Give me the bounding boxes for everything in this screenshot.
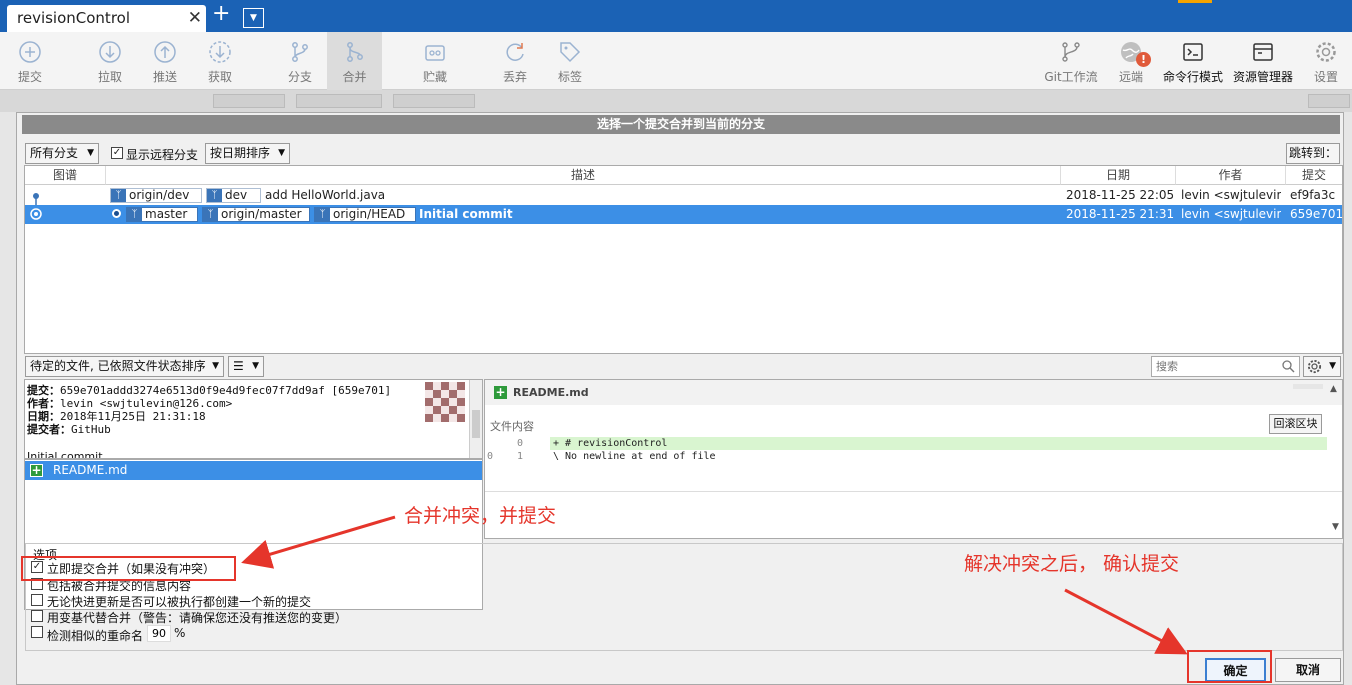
annotation-merge-note: 合并冲突，并提交	[404, 505, 557, 527]
sourcetree-window: revisionControl ✕ + ▼ 提交 拉取 推送 获取 分支 合并 …	[0, 0, 1352, 685]
annotation-confirm-note: 解决冲突之后， 确认提交	[964, 553, 1180, 575]
annotation-arrows	[241, 515, 1188, 655]
